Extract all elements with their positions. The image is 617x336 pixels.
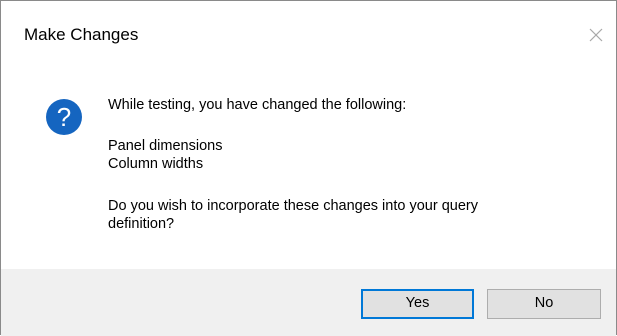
close-button[interactable] <box>584 23 608 47</box>
dialog-title: Make Changes <box>24 25 139 44</box>
close-icon <box>589 28 603 42</box>
no-button[interactable]: No <box>487 289 601 319</box>
change-item-column-widths: Column widths <box>108 156 204 172</box>
make-changes-dialog: Make Changes ? While testing, you have c… <box>0 0 617 336</box>
svg-text:?: ? <box>57 102 71 132</box>
button-bar: Yes No <box>1 269 616 336</box>
question-line-2: definition? <box>108 216 175 232</box>
question-icon: ? <box>45 98 83 136</box>
yes-button[interactable]: Yes <box>361 289 474 319</box>
message-area: ? While testing, you have changed the fo… <box>1 67 616 269</box>
change-item-panel-dimensions: Panel dimensions <box>108 138 223 154</box>
message-intro: While testing, you have changed the foll… <box>108 97 407 113</box>
question-line-1: Do you wish to incorporate these changes… <box>108 198 478 214</box>
title-bar: Make Changes <box>1 1 616 67</box>
